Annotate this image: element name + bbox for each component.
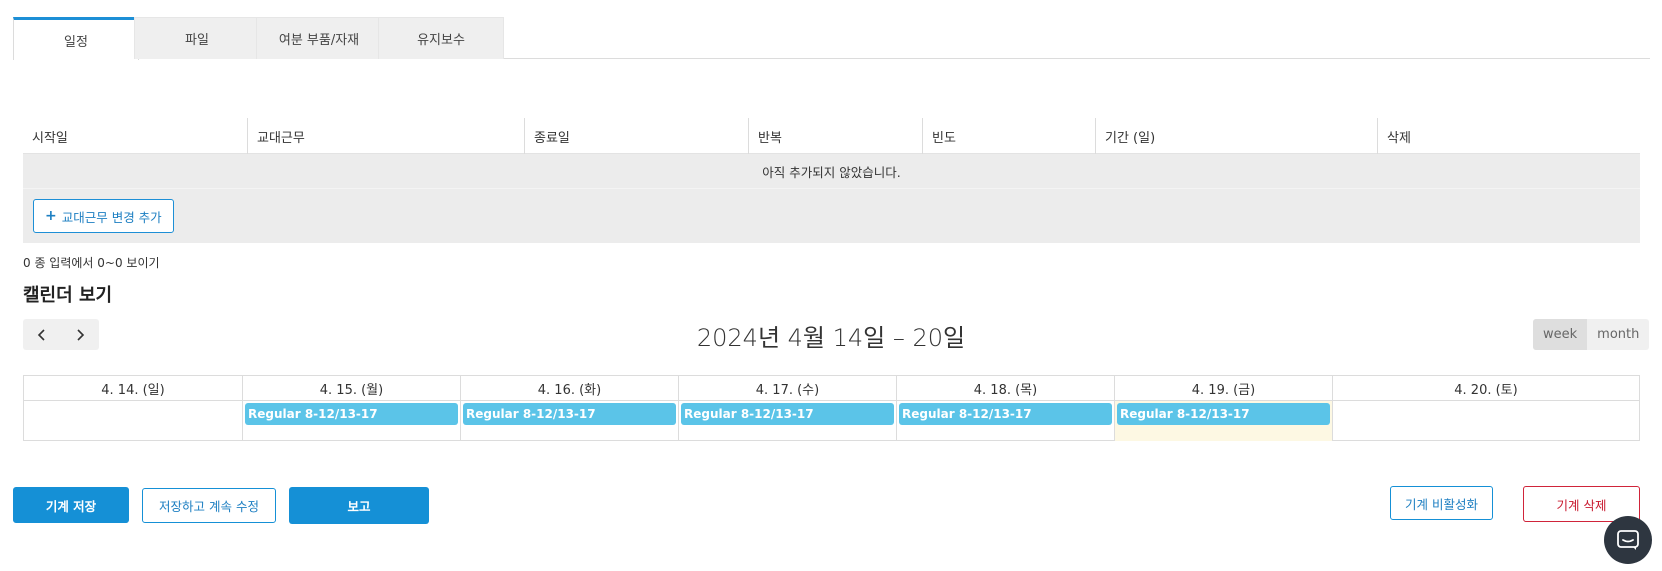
calendar-event[interactable]: Regular 8-12/13-17 (463, 403, 676, 425)
entries-info: 0 종 입력에서 0~0 보이기 (23, 256, 160, 270)
column-delete[interactable]: 삭제 (1377, 118, 1640, 154)
deactivate-machine-button[interactable]: 기계 비활성화 (1390, 486, 1493, 520)
tab-spare-parts[interactable]: 여분 부품/자재 (256, 17, 382, 59)
day-cell[interactable] (1332, 401, 1639, 441)
view-week-button[interactable]: week (1533, 319, 1588, 350)
column-shift[interactable]: 교대근무 (247, 118, 524, 154)
table-header: 시작일 교대근무 종료일 반복 빈도 기간 (일) 삭제 (23, 118, 1640, 154)
day-cell[interactable]: Regular 8-12/13-17 (242, 401, 460, 441)
day-cell[interactable]: Regular 8-12/13-17 (896, 401, 1114, 441)
calendar-grid: 4. 14. (일) 4. 15. (월) 4. 16. (화) 4. 17. … (23, 375, 1640, 441)
day-header: 4. 14. (일) (101, 383, 165, 398)
column-start-date[interactable]: 시작일 (23, 118, 247, 154)
calendar-event[interactable]: Regular 8-12/13-17 (245, 403, 458, 425)
day-cell[interactable] (24, 401, 242, 441)
tab-bar: 일정 파일 여분 부품/자재 유지보수 (13, 17, 1650, 60)
calendar-range-title: 2024년 4월 14일 – 20일 (696, 324, 966, 352)
add-shift-change-label: 교대근무 변경 추가 (61, 209, 162, 225)
add-area: + 교대근무 변경 추가 (23, 188, 1640, 243)
calendar-event[interactable]: Regular 8-12/13-17 (1117, 403, 1330, 425)
shift-table: 시작일 교대근무 종료일 반복 빈도 기간 (일) 삭제 아직 추가되지 않았습… (23, 118, 1640, 243)
tab-files[interactable]: 파일 (134, 17, 260, 59)
day-header: 4. 19. (금) (1114, 376, 1332, 401)
column-frequency[interactable]: 빈도 (922, 118, 1095, 154)
report-button[interactable]: 보고 (289, 487, 429, 524)
plus-icon: + (45, 208, 57, 224)
column-duration-days[interactable]: 기간 (일) (1095, 118, 1377, 154)
day-cell[interactable]: Regular 8-12/13-17 (678, 401, 896, 441)
calendar-view-switch: week month (1533, 319, 1650, 350)
day-header: 4. 16. (화) (460, 376, 678, 401)
calendar-event[interactable]: Regular 8-12/13-17 (899, 403, 1112, 425)
calendar-week-row: Regular 8-12/13-17 Regular 8-12/13-17 Re… (24, 401, 1639, 441)
calendar-day-headers: 4. 14. (일) 4. 15. (월) 4. 16. (화) 4. 17. … (24, 376, 1639, 401)
day-header: 4. 17. (수) (678, 376, 896, 401)
chat-launcher-button[interactable] (1604, 516, 1652, 564)
calendar-event[interactable]: Regular 8-12/13-17 (681, 403, 894, 425)
day-header: 4. 20. (토) (1332, 376, 1639, 401)
column-repeat[interactable]: 반복 (748, 118, 922, 154)
tab-schedule[interactable]: 일정 (13, 17, 139, 60)
day-cell-today[interactable]: Regular 8-12/13-17 (1114, 401, 1332, 441)
day-header: 4. 15. (월) (242, 376, 460, 401)
day-header: 4. 18. (목) (896, 376, 1114, 401)
empty-message: 아직 추가되지 않았습니다. (23, 154, 1640, 188)
day-cell[interactable]: Regular 8-12/13-17 (460, 401, 678, 441)
save-machine-button[interactable]: 기계 저장 (13, 487, 129, 523)
column-end-date[interactable]: 종료일 (524, 118, 748, 154)
view-month-button[interactable]: month (1587, 319, 1649, 350)
chat-icon (1617, 530, 1639, 550)
tab-maintenance[interactable]: 유지보수 (378, 17, 504, 59)
save-and-continue-button[interactable]: 저장하고 계속 수정 (142, 488, 276, 523)
add-shift-change-button[interactable]: + 교대근무 변경 추가 (33, 199, 174, 233)
calendar-title: 캘린더 보기 (23, 285, 113, 306)
